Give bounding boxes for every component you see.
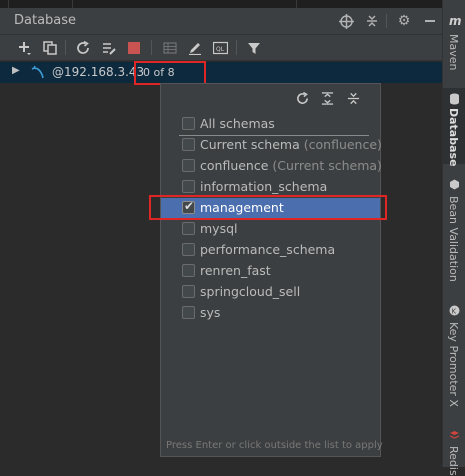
console-icon[interactable]: QL — [211, 38, 230, 57]
schema-label: springcloud_sell — [200, 284, 301, 299]
key-promoter-icon: K — [448, 304, 461, 317]
schema-note: (confluence) — [303, 137, 382, 152]
tab-maven[interactable]: m Maven — [443, 12, 465, 84]
maven-icon: m — [449, 14, 462, 28]
tab-label: Database — [447, 108, 460, 167]
checkbox[interactable] — [182, 159, 195, 172]
schema-label: information_schema — [200, 179, 328, 194]
schema-label: performance_schema — [200, 242, 336, 257]
collapse-all-icon[interactable] — [363, 12, 381, 30]
schema-note: (Current schema) — [272, 158, 382, 173]
edit-icon[interactable] — [185, 38, 204, 57]
table-icon[interactable] — [160, 38, 179, 57]
tab-redis[interactable]: Redis — [443, 426, 465, 476]
popup-hint: Press Enter or click outside the list to… — [166, 440, 383, 451]
tab-label: Maven — [447, 34, 460, 71]
tab-label: Key Promoter X — [447, 322, 460, 407]
divider — [386, 14, 387, 28]
tree-row-connection[interactable]: ▶ @192.168.3.43 0 of 8 — [0, 62, 442, 83]
tab-bean-validation[interactable]: Bean Validation — [443, 176, 465, 286]
expand-all-icon[interactable] — [319, 90, 335, 106]
svg-text:K: K — [452, 308, 457, 316]
schema-item[interactable]: sys — [161, 303, 380, 324]
filter-icon[interactable] — [244, 38, 263, 57]
gear-icon[interactable]: ⚙ — [395, 12, 413, 30]
connection-host: @192.168.3.43 — [52, 65, 145, 79]
divider — [72, 0, 73, 8]
schema-label: renren_fast — [200, 263, 271, 278]
schema-label: confluence — [200, 158, 269, 173]
annotation-highlight-count — [134, 61, 206, 85]
tab-label: Redis — [447, 446, 460, 476]
redis-icon — [448, 428, 461, 441]
schema-item[interactable]: mysql — [161, 219, 380, 240]
schema-label: All schemas — [200, 116, 275, 131]
checkbox[interactable] — [182, 117, 195, 130]
divider — [65, 40, 66, 55]
checkbox[interactable] — [182, 285, 195, 298]
checkbox[interactable] — [182, 138, 195, 151]
collapse-all-icon[interactable] — [345, 90, 361, 106]
top-strip — [0, 0, 442, 8]
schema-item[interactable]: renren_fast — [161, 261, 380, 282]
refresh-icon[interactable] — [294, 90, 310, 106]
schema-label: mysql — [200, 221, 238, 236]
minimize-icon[interactable] — [421, 12, 439, 30]
checkbox[interactable] — [182, 222, 195, 235]
tool-window-header: Database ⚙ — [0, 8, 442, 35]
schema-filter-popup: All schemas Current schema (confluence) … — [160, 83, 383, 457]
schema-item[interactable]: springcloud_sell — [161, 282, 380, 303]
schema-item-all[interactable]: All schemas — [161, 114, 380, 135]
schema-label: sys — [200, 305, 221, 320]
checkbox[interactable] — [182, 264, 195, 277]
add-icon[interactable] — [15, 38, 34, 57]
locate-icon[interactable] — [337, 12, 355, 30]
right-tool-stripe: m Maven Database Bean Validation K Key P… — [442, 0, 465, 476]
divider — [236, 40, 237, 55]
database-toolbar: QL — [0, 35, 442, 61]
expand-arrow-icon[interactable]: ▶ — [12, 65, 20, 76]
tab-key-promoter[interactable]: K Key Promoter X — [443, 302, 465, 422]
svg-text:QL: QL — [216, 46, 225, 53]
schema-item[interactable]: confluence (Current schema) — [161, 156, 382, 177]
copy-icon[interactable] — [40, 38, 59, 57]
schema-item[interactable]: performance_schema — [161, 240, 380, 261]
schema-item[interactable]: Current schema (confluence) — [161, 135, 382, 156]
tab-database[interactable]: Database — [443, 88, 465, 167]
bean-icon — [448, 178, 461, 191]
database-icon — [448, 92, 461, 105]
divider — [8, 0, 9, 8]
tab-label: Bean Validation — [447, 196, 460, 282]
schema-label: Current schema — [200, 137, 300, 152]
checkbox[interactable] — [182, 180, 195, 193]
annotation-highlight-selection — [149, 195, 387, 220]
stop-icon[interactable] — [124, 38, 143, 57]
properties-icon[interactable] — [99, 38, 118, 57]
divider — [296, 0, 297, 8]
divider — [151, 40, 152, 55]
tool-window-title: Database — [14, 13, 77, 28]
refresh-icon[interactable] — [73, 38, 92, 57]
checkbox[interactable] — [182, 243, 195, 256]
mysql-dolphin-icon — [30, 64, 46, 80]
checkbox[interactable] — [182, 306, 195, 319]
